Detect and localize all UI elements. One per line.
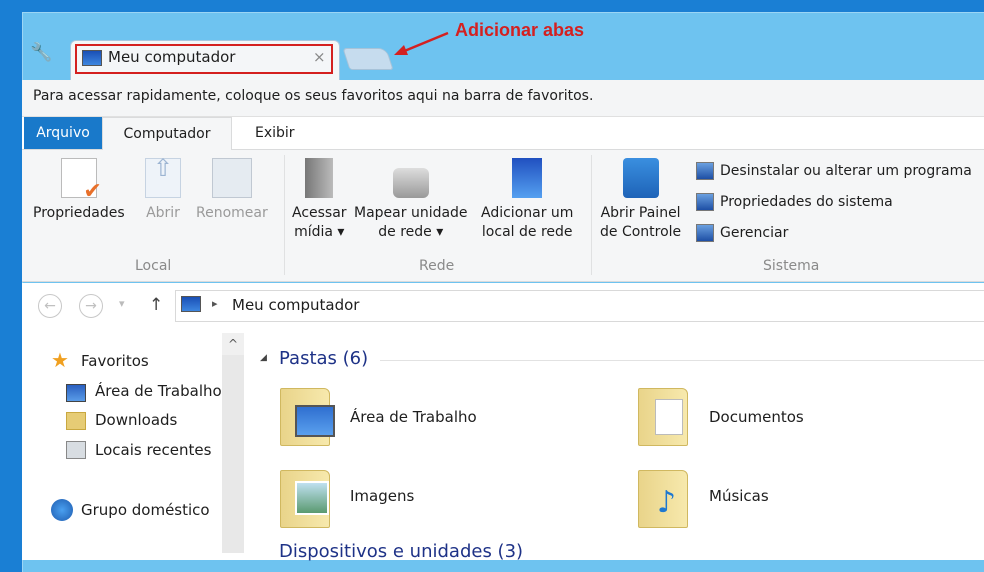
annotation-arrow-icon: [394, 31, 449, 55]
divider: [591, 155, 592, 275]
label: Propriedades do sistema: [720, 194, 893, 210]
favorites-bar-text: Para acessar rapidamente, coloque os seu…: [33, 88, 594, 104]
new-tab-button[interactable]: [342, 48, 394, 70]
folder-area-de-trabalho[interactable]: Área de Trabalho: [350, 408, 477, 426]
group-label-rede: Rede: [419, 258, 455, 274]
nav-grupo-domestico[interactable]: Grupo doméstico: [81, 501, 210, 519]
map-drive-button[interactable]: Mapear unidade de rede ▾: [354, 158, 468, 242]
tab-close-button[interactable]: ×: [313, 48, 326, 66]
divider: [284, 155, 285, 275]
nav-area-de-trabalho[interactable]: Área de Trabalho: [95, 382, 222, 400]
rename-button[interactable]: Renomear: [196, 158, 268, 223]
downloads-icon: [66, 412, 86, 430]
label: de Controle: [600, 224, 682, 240]
forward-button[interactable]: →: [79, 294, 103, 318]
open-button[interactable]: ⇧ Abrir: [145, 156, 181, 223]
collapse-icon[interactable]: ◢: [260, 353, 267, 363]
folder-desktop-icon[interactable]: [280, 388, 335, 446]
up-button[interactable]: ↑: [149, 295, 163, 315]
folder-documents-icon[interactable]: [638, 388, 688, 446]
control-panel-icon: [622, 158, 659, 198]
nav-scrollbar[interactable]: [222, 333, 244, 553]
label: Propriedades: [33, 205, 125, 221]
label: local de rede: [481, 224, 573, 240]
label: Abrir Painel: [600, 205, 681, 221]
access-media-button[interactable]: Acessar mídia ▾: [292, 158, 347, 242]
group-header-pastas[interactable]: Pastas (6): [279, 348, 368, 369]
breadcrumb-meu-computador[interactable]: Meu computador: [232, 296, 359, 314]
homegroup-icon: [51, 499, 73, 521]
computer-icon: [82, 50, 102, 66]
properties-icon: ✔: [60, 158, 102, 203]
label: Acessar: [292, 205, 347, 221]
group-label-local: Local: [135, 258, 172, 274]
tab-computador[interactable]: Computador: [102, 117, 232, 151]
folder-imagens[interactable]: Imagens: [350, 487, 414, 505]
folder-documentos[interactable]: Documentos: [709, 408, 804, 426]
label: Mapear unidade: [354, 205, 468, 221]
wrench-icon[interactable]: 🔧: [30, 42, 52, 64]
scroll-up-button[interactable]: ^: [222, 333, 244, 355]
control-panel-button[interactable]: Abrir Painel de Controle: [600, 158, 681, 242]
uninstall-program-button[interactable]: Desinstalar ou alterar um programa: [696, 162, 972, 180]
rename-icon: [211, 158, 252, 198]
manage-icon: [696, 224, 714, 242]
label: Adicionar um: [481, 205, 574, 221]
properties-button[interactable]: ✔ Propriedades: [33, 158, 125, 223]
folder-musicas[interactable]: Músicas: [709, 487, 769, 505]
label: Abrir: [146, 205, 180, 221]
folder-pictures-icon[interactable]: [280, 470, 330, 528]
label: Desinstalar ou alterar um programa: [720, 163, 972, 179]
label: mídia ▾: [294, 224, 345, 240]
star-icon: ★: [51, 348, 69, 372]
label: de rede ▾: [378, 224, 444, 240]
network-location-icon: [512, 158, 543, 198]
desktop-icon: [66, 384, 86, 402]
annotation-label: Adicionar abas: [455, 20, 585, 40]
add-network-location-button[interactable]: Adicionar um local de rede: [481, 158, 573, 242]
back-button[interactable]: ←: [38, 294, 62, 318]
group-label-sistema: Sistema: [763, 258, 820, 274]
recent-locations-dropdown[interactable]: ▾: [119, 297, 125, 310]
folder-music-icon[interactable]: ♪: [638, 470, 688, 528]
recent-places-icon: [66, 441, 86, 459]
tab-exibir[interactable]: Exibir: [243, 117, 307, 149]
network-drive-icon: [392, 168, 429, 198]
programs-icon: [696, 162, 714, 180]
group-header-dispositivos[interactable]: Dispositivos e unidades (3): [279, 541, 523, 562]
tab-arquivo[interactable]: Arquivo: [24, 117, 102, 149]
computer-icon: [181, 296, 201, 312]
system-properties-button[interactable]: Propriedades do sistema: [696, 193, 893, 211]
media-icon: [305, 158, 334, 198]
manage-button[interactable]: Gerenciar: [696, 224, 788, 242]
nav-locais-recentes[interactable]: Locais recentes: [95, 441, 211, 459]
tab-title: Meu computador: [108, 48, 236, 66]
nav-favoritos[interactable]: Favoritos: [81, 352, 149, 370]
nav-downloads[interactable]: Downloads: [95, 411, 177, 429]
label: Gerenciar: [720, 225, 789, 241]
system-properties-icon: [696, 193, 714, 211]
label: Renomear: [196, 205, 268, 221]
breadcrumb-separator[interactable]: ▸: [212, 297, 218, 310]
open-icon: ⇧: [145, 156, 181, 198]
divider: [380, 360, 984, 361]
